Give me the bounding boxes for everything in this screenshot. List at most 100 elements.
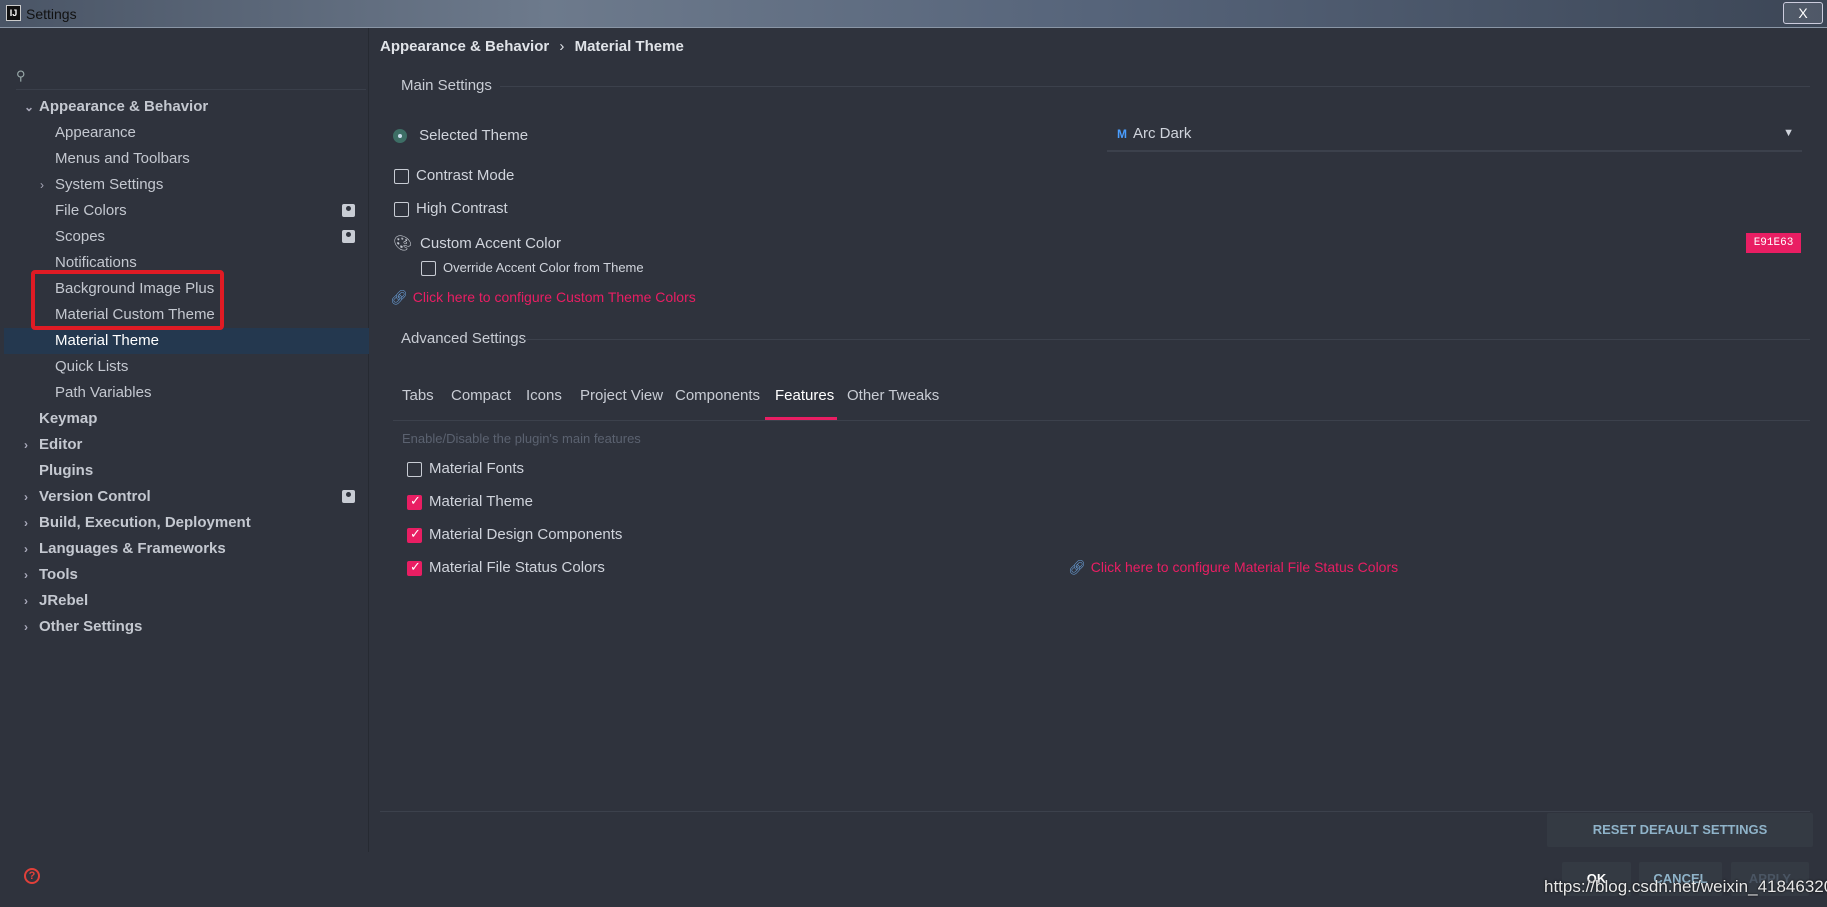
file-status-link-text[interactable]: Click here to configure Material File St… <box>1091 559 1398 575</box>
sidebar-item-label: Appearance & Behavior <box>39 94 208 120</box>
feature-checkbox[interactable]: Material Design Components <box>407 526 622 543</box>
sidebar-item-label: Plugins <box>39 458 93 484</box>
chevron-right-icon[interactable]: › <box>24 562 28 588</box>
breadcrumb-current: Material Theme <box>575 38 684 55</box>
high-contrast-label: High Contrast <box>416 200 508 217</box>
sidebar-item-label: System Settings <box>55 172 163 198</box>
sidebar-item[interactable]: › System Settings <box>4 172 369 198</box>
sidebar-item[interactable]: Menus and Toolbars <box>4 146 369 172</box>
sidebar-search-input[interactable]: ⚲ <box>16 68 366 90</box>
breadcrumb-separator: › <box>559 38 564 55</box>
chevron-right-icon[interactable]: › <box>24 588 28 614</box>
feature-label: Material Theme <box>429 493 533 510</box>
sidebar-item-label: Appearance <box>55 120 136 146</box>
link-icon: 🔗︎ <box>390 289 408 305</box>
checkbox-icon[interactable] <box>407 495 422 510</box>
sidebar-item-label: Tools <box>39 562 78 588</box>
sidebar-item[interactable]: › Tools <box>4 562 369 588</box>
checkbox-icon[interactable] <box>407 462 422 477</box>
custom-theme-link-text[interactable]: Click here to configure Custom Theme Col… <box>413 289 696 305</box>
sidebar-item-label: JRebel <box>39 588 88 614</box>
main-settings-heading: Main Settings <box>401 77 492 94</box>
custom-theme-colors-link[interactable]: 🔗︎ Click here to configure Custom Theme C… <box>390 289 696 306</box>
sidebar-item[interactable]: › JRebel <box>4 588 369 614</box>
title-bar: IJ Settings X <box>0 0 1827 28</box>
feature-label: Material Fonts <box>429 460 524 477</box>
tab-compact[interactable]: Compact <box>451 387 511 404</box>
sidebar-item[interactable]: Quick Lists <box>4 354 369 380</box>
project-scope-icon <box>342 230 355 243</box>
sidebar-item-label: File Colors <box>55 198 127 224</box>
checkbox-icon[interactable] <box>394 169 409 184</box>
sidebar-item-label: Path Variables <box>55 380 151 406</box>
settings-sidebar: ⚲ ⌄Appearance & BehaviorAppearanceMenus … <box>4 28 369 852</box>
sidebar-item-label: Languages & Frameworks <box>39 536 226 562</box>
sidebar-item-label: Quick Lists <box>55 354 128 380</box>
accent-color-swatch[interactable]: E91E63 <box>1746 233 1801 253</box>
contrast-mode-checkbox[interactable]: Contrast Mode <box>394 167 514 184</box>
override-accent-label: Override Accent Color from Theme <box>443 260 644 275</box>
reset-default-settings-button[interactable]: RESET DEFAULT SETTINGS <box>1547 813 1813 847</box>
link-icon: 🔗︎ <box>1068 559 1086 575</box>
checkbox-icon[interactable] <box>407 561 422 576</box>
chevron-down-icon: ▼ <box>1783 127 1794 139</box>
advanced-settings-heading: Advanced Settings <box>401 330 526 347</box>
sidebar-item[interactable]: Keymap <box>4 406 369 432</box>
tab-other-tweaks[interactable]: Other Tweaks <box>847 387 939 404</box>
project-scope-icon <box>342 490 355 503</box>
sidebar-item[interactable]: › Editor <box>4 432 369 458</box>
high-contrast-checkbox[interactable]: High Contrast <box>394 200 508 217</box>
app-icon: IJ <box>6 5 21 21</box>
radio-icon[interactable] <box>393 129 407 143</box>
sidebar-item-label: Material Theme <box>55 328 159 354</box>
project-scope-icon <box>342 204 355 217</box>
divider <box>500 86 1810 87</box>
sidebar-item[interactable]: Material Theme <box>4 328 369 354</box>
sidebar-item-label: Menus and Toolbars <box>55 146 190 172</box>
tab-tabs[interactable]: Tabs <box>402 387 434 404</box>
tab-components[interactable]: Components <box>675 387 760 404</box>
checkbox-icon[interactable] <box>407 528 422 543</box>
feature-label: Material Design Components <box>429 526 622 543</box>
chevron-right-icon[interactable]: › <box>24 432 28 458</box>
checkbox-icon[interactable] <box>394 202 409 217</box>
chevron-down-icon[interactable]: ⌄ <box>24 94 34 120</box>
chevron-right-icon[interactable]: › <box>24 614 28 640</box>
chevron-right-icon[interactable]: › <box>24 484 28 510</box>
palette-icon: 🎨︎ <box>393 235 412 252</box>
override-accent-checkbox[interactable]: Override Accent Color from Theme <box>421 260 644 276</box>
help-icon[interactable]: ? <box>24 868 40 884</box>
feature-checkbox[interactable]: Material Fonts <box>407 460 524 477</box>
sidebar-item[interactable]: › Build, Execution, Deployment <box>4 510 369 536</box>
sidebar-item-label: Scopes <box>55 224 105 250</box>
material-logo-icon: M <box>1117 127 1127 141</box>
sidebar-item[interactable]: ›Version Control <box>4 484 369 510</box>
chevron-right-icon[interactable]: › <box>24 536 28 562</box>
sidebar-item-label: Editor <box>39 432 82 458</box>
sidebar-item[interactable]: File Colors <box>4 198 369 224</box>
breadcrumb-parent[interactable]: Appearance & Behavior <box>380 38 549 55</box>
sidebar-item[interactable]: Path Variables <box>4 380 369 406</box>
checkbox-icon[interactable] <box>421 261 436 276</box>
file-status-colors-link[interactable]: 🔗︎ Click here to configure Material File … <box>1068 559 1398 576</box>
feature-checkbox[interactable]: Material Theme <box>407 493 533 510</box>
feature-checkbox[interactable]: Material File Status Colors <box>407 559 605 576</box>
sidebar-item[interactable]: Scopes <box>4 224 369 250</box>
sidebar-item[interactable]: Plugins <box>4 458 369 484</box>
tab-icons[interactable]: Icons <box>526 387 562 404</box>
tab-features[interactable]: Features <box>775 387 834 404</box>
sidebar-item[interactable]: › Other Settings <box>4 614 369 640</box>
close-button[interactable]: X <box>1783 2 1823 24</box>
sidebar-item[interactable]: ⌄Appearance & Behavior <box>4 94 369 120</box>
theme-dropdown[interactable]: M Arc Dark ▼ <box>1107 125 1802 152</box>
sidebar-item-label: Build, Execution, Deployment <box>39 510 251 536</box>
sidebar-item-label: Other Settings <box>39 614 142 640</box>
sidebar-item[interactable]: › Languages & Frameworks <box>4 536 369 562</box>
theme-value: Arc Dark <box>1133 125 1191 142</box>
features-description: Enable/Disable the plugin's main feature… <box>402 431 641 446</box>
chevron-right-icon[interactable]: › <box>40 172 44 198</box>
chevron-right-icon[interactable]: › <box>24 510 28 536</box>
selected-theme-row: Selected Theme <box>393 127 528 144</box>
sidebar-item[interactable]: Appearance <box>4 120 369 146</box>
tab-project-view[interactable]: Project View <box>580 387 663 404</box>
